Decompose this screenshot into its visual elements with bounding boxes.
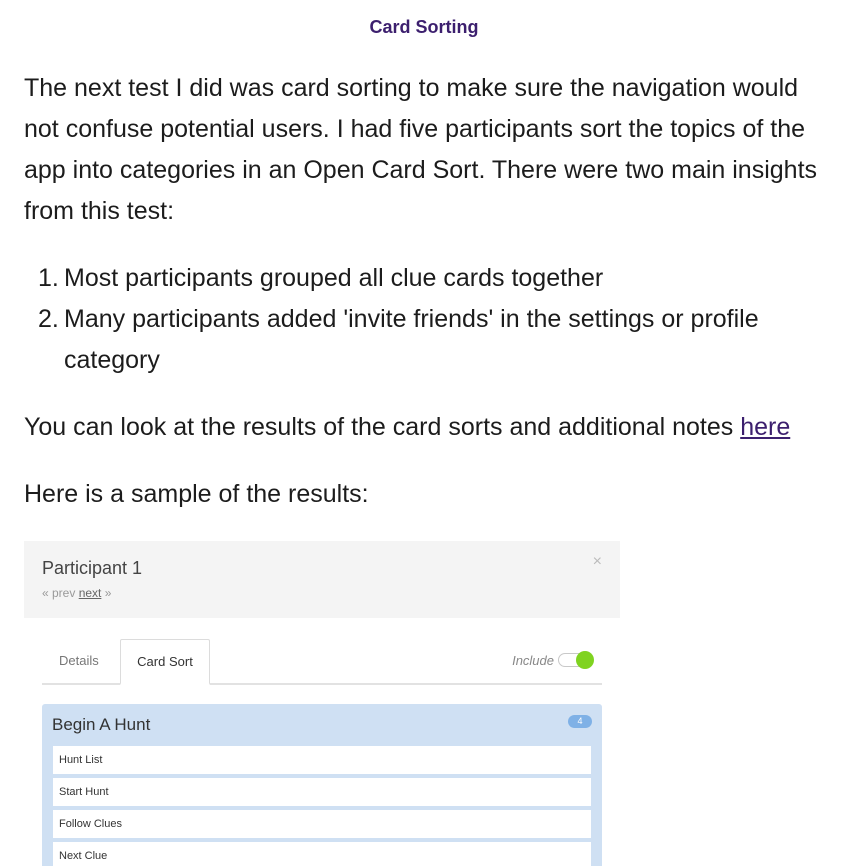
card-sort-screenshot: Participant 1 « prev next » × Details Ca…	[24, 541, 620, 866]
results-text: You can look at the results of the card …	[24, 413, 741, 441]
close-icon[interactable]: ×	[593, 553, 602, 571]
list-item: 2. Many participants added 'invite friend…	[38, 305, 759, 374]
include-toggle[interactable]	[558, 651, 594, 669]
next-arrow: »	[104, 586, 112, 600]
participant-title: Participant 1	[42, 558, 143, 578]
results-link[interactable]: here	[740, 413, 790, 441]
insight-text: Most participants grouped all clue cards…	[64, 264, 604, 292]
sample-paragraph: Here is a sample of the results:	[24, 480, 369, 508]
list-item: 1. Most participants grouped all clue car…	[38, 264, 604, 292]
card-group: Begin A Hunt 4 Hunt List Start Hunt Foll…	[42, 704, 602, 866]
toggle-knob	[576, 651, 594, 669]
card-item[interactable]: Follow Clues	[53, 810, 591, 838]
results-paragraph: You can look at the results of the card …	[24, 407, 834, 448]
section-heading: Card Sorting	[369, 17, 479, 37]
next-link[interactable]: next	[79, 586, 102, 600]
card-item[interactable]: Start Hunt	[53, 778, 591, 806]
card-item[interactable]: Hunt List	[53, 746, 591, 774]
tab-card-sort[interactable]: Card Sort	[120, 639, 210, 685]
tab-details[interactable]: Details	[59, 639, 99, 683]
card-count-badge: 4	[568, 715, 592, 728]
group-title: Begin A Hunt	[52, 715, 151, 734]
prev-link[interactable]: « prev	[42, 586, 75, 600]
include-label: Include	[512, 653, 554, 668]
insights-list: 1. Most participants grouped all clue car…	[24, 258, 824, 381]
card-item[interactable]: Next Clue	[53, 842, 591, 866]
participant-header: Participant 1 « prev next » ×	[24, 541, 620, 618]
insight-text: Many participants added 'invite friends'…	[64, 305, 759, 374]
tab-bar: Details Card Sort Include	[42, 639, 602, 685]
participant-pager: « prev next »	[42, 586, 111, 600]
intro-paragraph: The next test I did was card sorting to …	[24, 74, 818, 225]
